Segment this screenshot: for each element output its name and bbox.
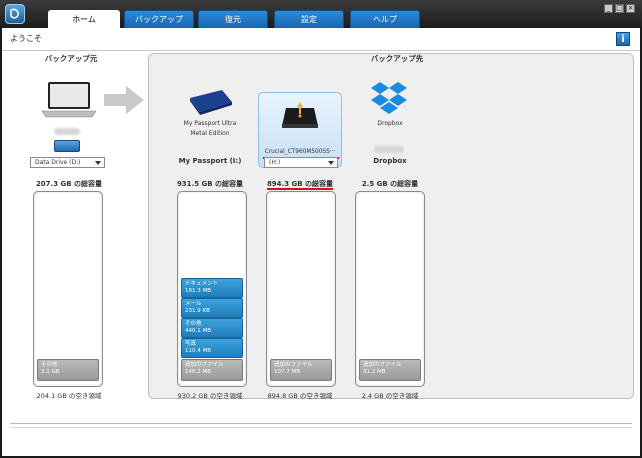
- header-divider: [2, 50, 640, 51]
- crucial-segment-additional-files[interactable]: 追加のファイル 107.7 MB: [270, 359, 332, 381]
- maximize-button[interactable]: □: [615, 4, 624, 13]
- app-logo-icon: [5, 4, 25, 24]
- home-content: ようこそ i バックアップ元 Data Drive (D:) 207.3 GB …: [2, 28, 640, 456]
- dropbox-capacity: 2.5 GB の総容量: [361, 180, 419, 188]
- my-passport-usage-bar: ドキュメント 181.3 MB メール 231.9 KB その他 440.1 MB 写…: [177, 191, 247, 387]
- footer-divider: [10, 423, 632, 424]
- computer-view-toggle[interactable]: [54, 140, 80, 152]
- my-passport-free-space: 930.2 GB の空き領域: [177, 392, 243, 400]
- title-bar: ホーム バックアップ 復元 設定 ヘルプ _ □ ×: [0, 0, 642, 28]
- computer-icon: [40, 80, 98, 124]
- segment-other[interactable]: その他 440.1 MB: [181, 318, 243, 338]
- my-passport-label: My Passport Ultra Metal Edition: [183, 120, 237, 137]
- backup-source-heading: バックアップ元: [44, 54, 98, 63]
- dropbox-usage-bar: 追加のファイル 31.2 MB: [355, 191, 425, 387]
- segment-additional-files[interactable]: 追加のファイル 146.2 MB: [181, 359, 243, 381]
- tab-help[interactable]: ヘルプ: [350, 10, 420, 28]
- source-capacity: 207.3 GB の総容量: [35, 180, 103, 188]
- my-passport-drive-icon[interactable]: [186, 88, 234, 120]
- crucial-drive-label: Crucial_CT960M500SS···: [264, 149, 336, 155]
- crucial-capacity-underline: [267, 188, 333, 190]
- dropbox-free-space: 2.4 GB の空き領域: [361, 392, 419, 400]
- segment-mail[interactable]: メール 231.9 KB: [181, 298, 243, 318]
- footer-divider-secondary: [10, 427, 632, 428]
- segment-photos[interactable]: 写真 110.4 MB: [181, 338, 243, 358]
- backup-destination-heading: バックアップ先: [370, 54, 424, 63]
- dropbox-label: Dropbox: [377, 120, 403, 127]
- source-segment-other[interactable]: その他 3.1 GB: [37, 359, 99, 381]
- source-drive-select[interactable]: Data Drive (D:): [30, 157, 105, 168]
- my-passport-name: My Passport (I:): [178, 157, 242, 165]
- dropbox-account-redacted: [374, 146, 404, 153]
- minimize-button[interactable]: _: [604, 4, 613, 13]
- info-button[interactable]: i: [616, 32, 630, 46]
- dropbox-name: Dropbox: [373, 157, 407, 165]
- source-free-space: 204.1 GB の空き領域: [36, 392, 102, 400]
- dropbox-icon[interactable]: [370, 80, 408, 120]
- dropbox-segment-additional-files[interactable]: 追加のファイル 31.2 MB: [359, 359, 421, 381]
- welcome-label: ようこそ: [10, 34, 42, 43]
- tab-backup[interactable]: バックアップ: [124, 10, 194, 28]
- backup-direction-arrow-icon: [104, 84, 144, 120]
- computer-name-redacted: [54, 128, 80, 135]
- source-usage-bar: その他 3.1 GB: [33, 191, 103, 387]
- close-button[interactable]: ×: [626, 4, 635, 13]
- crucial-drive-select[interactable]: (H:): [264, 157, 338, 168]
- tab-home[interactable]: ホーム: [48, 10, 120, 28]
- segment-documents[interactable]: ドキュメント 181.3 MB: [181, 278, 243, 298]
- tab-restore[interactable]: 復元: [198, 10, 268, 28]
- crucial-drive-icon[interactable]: [280, 98, 320, 134]
- crucial-usage-bar: 追加のファイル 107.7 MB: [266, 191, 336, 387]
- crucial-free-space: 894.8 GB の空き領域: [267, 392, 333, 400]
- my-passport-capacity: 931.5 GB の総容量: [176, 180, 244, 188]
- tab-settings[interactable]: 設定: [274, 10, 344, 28]
